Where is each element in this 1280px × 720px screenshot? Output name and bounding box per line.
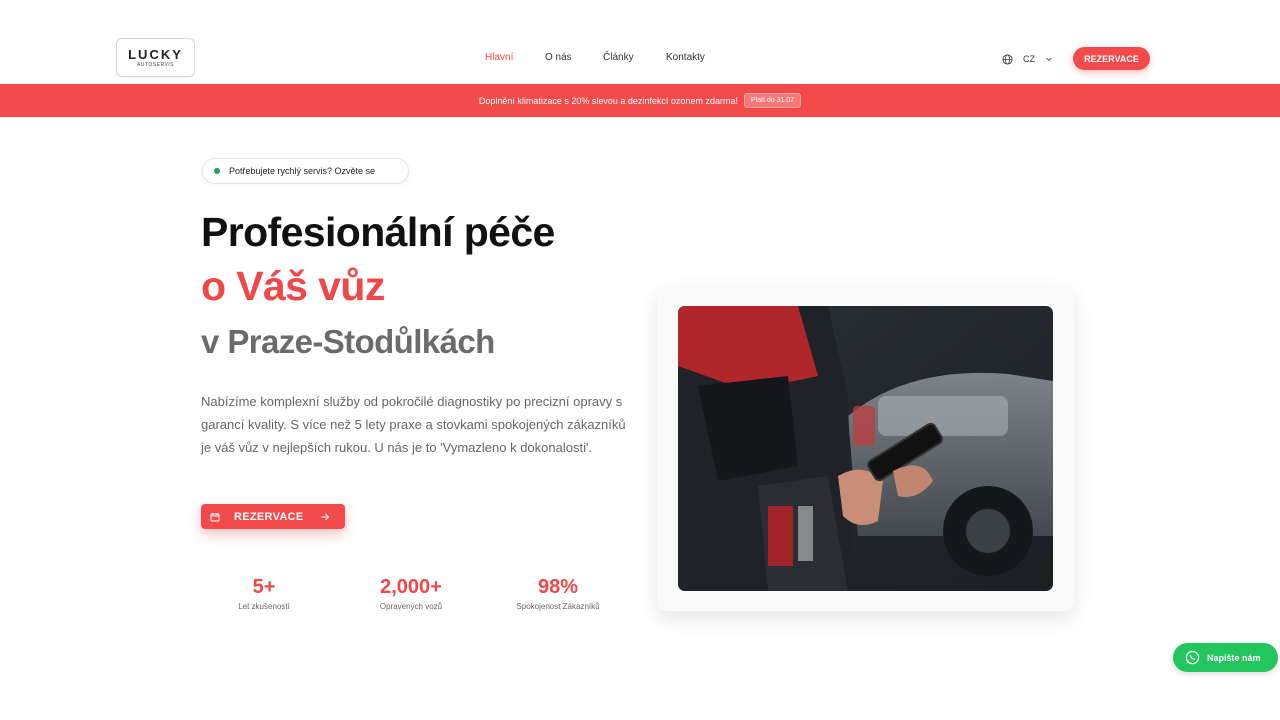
whatsapp-icon	[1185, 650, 1200, 665]
stat-repaired-cars: 2,000+ Opravených vozů	[351, 574, 471, 611]
promo-bar: Doplnění klimatizace s 20% slevou a dezi…	[0, 84, 1280, 117]
hero-title-line1: Profesionální péče	[201, 209, 555, 255]
site-header: LUCKY AUTOSERVIS Hlavní O nás Články Kon…	[0, 0, 1280, 84]
promo-text: Doplnění klimatizace s 20% slevou a dezi…	[478, 95, 738, 106]
hero-reserve-button[interactable]: REZERVACE	[201, 504, 345, 529]
nav-item-home[interactable]: Hlavní	[485, 52, 513, 63]
stat-satisfaction: 98% Spokojenost Zákazníků	[498, 574, 618, 611]
promo-validity-badge: Platí do 31.07	[743, 93, 802, 108]
status-dot-icon	[214, 168, 220, 174]
stat-label: Let zkušeností	[238, 602, 290, 611]
chevron-down-icon	[1046, 57, 1052, 62]
mechanic-illustration	[678, 306, 1053, 591]
hero-title-line3: v Praze-Stodůlkách	[201, 323, 495, 360]
globe-icon	[1002, 53, 1013, 65]
stat-value: 98%	[537, 576, 579, 598]
language-selector[interactable]: CZ	[1002, 52, 1053, 66]
language-label: CZ	[1023, 54, 1035, 64]
stat-value: 5+	[252, 576, 276, 598]
whatsapp-label: Napište nám	[1207, 652, 1261, 663]
stat-value: 2,000+	[380, 576, 442, 598]
header-reserve-button[interactable]: REZERVACE	[1073, 47, 1150, 70]
stat-label: Spokojenost Zákazníků	[516, 602, 600, 611]
stat-label: Opravených vozů	[379, 602, 443, 611]
stat-experience: 5+ Let zkušeností	[204, 574, 324, 611]
nav-item-articles[interactable]: Články	[603, 52, 634, 63]
calendar-icon	[210, 512, 220, 521]
hero-reserve-label: REZERVACE	[234, 510, 304, 523]
pill-text: Potřebujete rychlý servis? Ozvěte se	[229, 166, 376, 176]
hero-title-line2: o Váš vůz	[201, 263, 385, 309]
nav-item-contacts[interactable]: Kontakty	[666, 52, 705, 63]
mechanic-photo	[678, 306, 1053, 591]
arrow-right-icon	[321, 513, 329, 520]
nav-item-about[interactable]: O nás	[545, 52, 572, 63]
hero-description: Nabízíme komplexní služby od pokročilé d…	[201, 394, 626, 455]
quick-service-pill[interactable]: Potřebujete rychlý servis? Ozvěte se	[202, 158, 409, 184]
whatsapp-chat-button[interactable]: Napište nám	[1173, 643, 1278, 672]
